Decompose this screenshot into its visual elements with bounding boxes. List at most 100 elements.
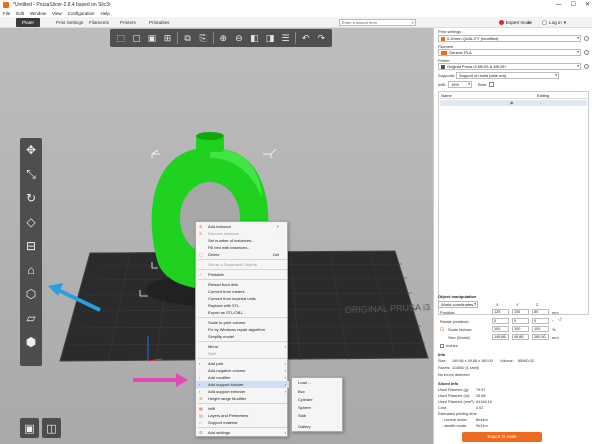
eye-icon[interactable]: ◉ xyxy=(510,100,514,106)
reset-rotation-icon[interactable]: ↺ xyxy=(558,317,562,323)
redo-icon[interactable]: ↷ xyxy=(315,32,327,44)
menu-item-replace-stl[interactable]: Replace with STL xyxy=(196,302,289,309)
supports-combo[interactable]: Support on build plate only ▾ xyxy=(456,72,559,79)
tab-filaments[interactable]: Filaments xyxy=(83,18,115,27)
search-input[interactable]: Enter a search term ⌕ xyxy=(339,19,416,26)
submenu-item-sphere[interactable]: Sphere xyxy=(292,404,344,412)
settings-icon[interactable] xyxy=(584,36,589,41)
list-item[interactable]: ◉ ▫ xyxy=(440,100,587,106)
brim-checkbox[interactable] xyxy=(489,82,494,87)
menu-item-layers-perimeters[interactable]: ▤ Layers and Perimeters xyxy=(196,412,289,419)
add-instance-icon[interactable]: ⊕ xyxy=(217,32,229,44)
size-x-input[interactable]: 149.86 xyxy=(492,334,509,340)
menu-item-mirror[interactable]: Mirror › xyxy=(196,343,289,350)
cut-icon[interactable]: ⊟ xyxy=(23,238,39,254)
inches-checkbox[interactable] xyxy=(440,344,444,348)
size-y-input[interactable]: 49.86 xyxy=(512,334,529,340)
menu-item-add-support-enforcer[interactable]: ▪ Add support enforcer › xyxy=(196,388,289,395)
emboss-icon[interactable]: ⬢ xyxy=(23,334,39,350)
submenu-item-cylinder[interactable]: Cylinder xyxy=(292,396,344,404)
filament-combo[interactable]: Generic PLA ▾ xyxy=(438,49,581,56)
menu-help[interactable]: Help xyxy=(101,11,110,16)
measure-icon[interactable]: ▱ xyxy=(23,310,39,326)
menu-item-height-range[interactable]: ☰ Height range Modifier xyxy=(196,395,289,402)
menu-item-support-material[interactable]: ⌂ Support material xyxy=(196,419,289,426)
infill-combo[interactable]: 15% ▾ xyxy=(448,81,472,88)
print-settings-combo[interactable]: 0.20mm QUALITY (modified) ▾ xyxy=(438,35,581,42)
close-icon[interactable]: ✕ xyxy=(585,1,590,8)
menu-item-reload[interactable]: Reload from disk xyxy=(196,281,289,288)
menu-item-add-modifier[interactable]: ▪ Add modifier › xyxy=(196,374,289,381)
settings-icon[interactable] xyxy=(584,64,589,69)
tab-printables[interactable]: Printables xyxy=(143,18,175,27)
delete-icon[interactable]: ▢ xyxy=(130,32,142,44)
chevron-down-icon[interactable]: ▾ xyxy=(528,19,530,26)
seam-painting-icon[interactable]: ⬡ xyxy=(23,286,39,302)
menu-window[interactable]: Window xyxy=(30,11,46,16)
position-y-input[interactable]: 105 xyxy=(512,309,529,315)
edit-icon[interactable]: ▫ xyxy=(540,100,541,106)
menu-item-add-settings[interactable]: ⚙ Add settings › xyxy=(196,429,289,436)
split-parts-icon[interactable]: ◨ xyxy=(264,32,276,44)
menu-item-scale-to-volume[interactable]: Scale to print volume xyxy=(196,319,289,326)
menu-item-convert-imperial[interactable]: Convert from imperial units xyxy=(196,295,289,302)
object-list[interactable]: Name Editing ◉ ▫ xyxy=(438,91,589,315)
preview-icon[interactable]: ◫ xyxy=(42,418,61,438)
undo-icon[interactable]: ↶ xyxy=(300,32,312,44)
3d-view-icon[interactable]: ▣ xyxy=(20,418,39,438)
paste-icon[interactable]: ⎘ xyxy=(197,32,209,44)
submenu-item-gallery[interactable]: Gallery xyxy=(292,423,344,431)
menu-item-export-stl[interactable]: Export as STL/OBJ... xyxy=(196,309,289,316)
delete-all-icon[interactable]: ▣ xyxy=(146,32,158,44)
menu-item-convert-meters[interactable]: Convert from meters xyxy=(196,288,289,295)
layers-editing-icon[interactable]: ☰ xyxy=(280,32,292,44)
menu-item-set-instances[interactable]: Set number of instances... xyxy=(196,237,289,244)
scale-z-input[interactable]: 100 xyxy=(532,326,549,332)
submenu-item-box[interactable]: Box xyxy=(292,388,344,396)
scale-x-input[interactable]: 100 xyxy=(492,326,509,332)
menu-view[interactable]: View xyxy=(52,11,62,16)
split-objects-icon[interactable]: ◧ xyxy=(248,32,260,44)
submenu-item-load[interactable]: Load ... xyxy=(292,379,344,387)
menu-item-add-support-blocker[interactable]: ▪ Add support blocker › xyxy=(196,381,289,388)
printer-combo[interactable]: Original Prusa i3 MK3S & MK3S+ ▾ xyxy=(438,63,581,70)
add-object-icon[interactable]: ⬚ xyxy=(115,32,127,44)
export-gcode-button[interactable]: Export G-code xyxy=(462,432,542,442)
menu-item-infill[interactable]: ▦ Infill xyxy=(196,405,289,412)
menu-file[interactable]: File xyxy=(3,11,10,16)
copy-icon[interactable]: ⧉ xyxy=(182,32,194,44)
position-x-input[interactable]: 125 xyxy=(492,309,509,315)
login-button[interactable]: ◯ Log in ▾ xyxy=(542,19,566,26)
remove-instance-icon[interactable]: ⊖ xyxy=(233,32,245,44)
arrange-icon[interactable]: ⊞ xyxy=(161,32,173,44)
menu-edit[interactable]: Edit xyxy=(16,11,24,16)
position-z-input[interactable]: 80 xyxy=(532,309,549,315)
menu-item-fix-windows[interactable]: Fix by Windows repair algorithm xyxy=(196,326,289,333)
coordinate-system-combo[interactable]: World coordinates ▾ xyxy=(438,301,478,308)
settings-icon[interactable] xyxy=(584,50,589,55)
menu-configuration[interactable]: Configuration xyxy=(68,11,95,16)
scale-y-input[interactable]: 100 xyxy=(512,326,529,332)
place-on-face-icon[interactable]: ◇ xyxy=(23,214,39,230)
move-icon[interactable]: ✥ xyxy=(23,142,39,158)
tab-printers[interactable]: Printers xyxy=(114,18,142,27)
rotate-icon[interactable]: ↻ xyxy=(23,190,39,206)
minimize-icon[interactable]: — xyxy=(556,2,562,8)
menu-item-add-part[interactable]: ▪ Add part › xyxy=(196,360,289,367)
lock-icon[interactable]: ⊡ xyxy=(440,327,444,333)
menu-item-add-instance[interactable]: ⊕ Add instance + xyxy=(196,223,289,230)
menu-item-printable[interactable]: ✓ Printable xyxy=(196,271,289,278)
menu-item-fill-bed[interactable]: Fill bed with instances... xyxy=(196,244,289,251)
tab-plater[interactable]: Plater xyxy=(16,18,41,27)
size-z-input[interactable]: 160.00 xyxy=(532,334,549,340)
scale-icon[interactable]: ⤡ xyxy=(23,166,39,182)
menu-item-delete[interactable]: ▢ Delete Del xyxy=(196,251,289,258)
maximize-icon[interactable]: ☐ xyxy=(571,1,576,8)
submenu-item-slab[interactable]: Slab xyxy=(292,412,344,420)
menu-item-simplify[interactable]: Simplify model xyxy=(196,333,289,340)
support-painting-icon[interactable]: ⌂ xyxy=(23,262,39,278)
rotation-y-input[interactable]: 0 xyxy=(512,318,529,324)
rotation-z-input[interactable]: 0 xyxy=(532,318,549,324)
rotation-x-input[interactable]: 0 xyxy=(492,318,509,324)
menu-item-add-negative[interactable]: ▫ Add negative volume › xyxy=(196,367,289,374)
